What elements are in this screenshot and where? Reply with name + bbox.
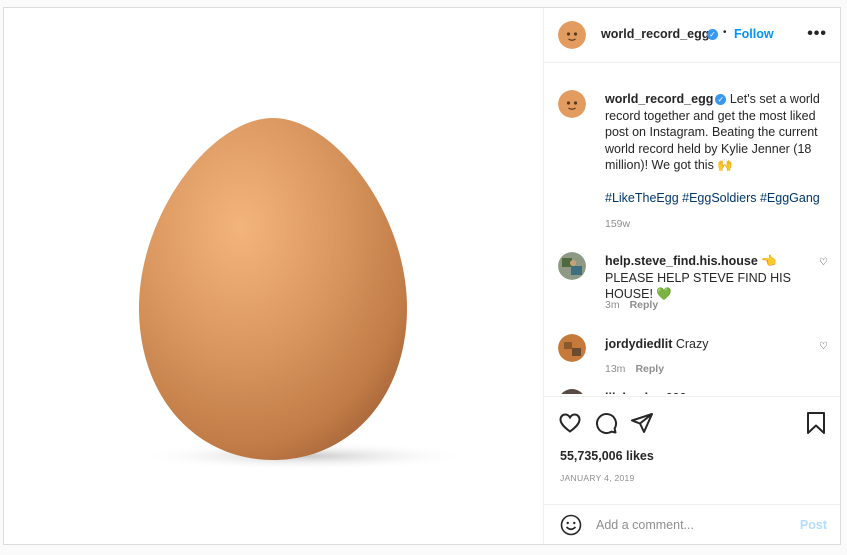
comment-item: jordydiedlit Crazy ♡ 13m Reply <box>558 332 828 382</box>
comment-username[interactable]: jordydiedlit <box>605 337 672 351</box>
verified-badge-icon: ✓ <box>707 29 718 40</box>
comment-text: lil_bucks_666 ❤ <box>605 390 825 394</box>
header-username[interactable]: world_record_egg <box>601 27 709 41</box>
emoji-icon[interactable] <box>560 514 582 536</box>
reply-button[interactable]: Reply <box>635 363 664 375</box>
avatar[interactable] <box>558 21 586 49</box>
avatar[interactable] <box>558 334 586 362</box>
avatar[interactable] <box>558 90 586 118</box>
likes-count[interactable]: 55,735,006 likes <box>560 449 654 463</box>
caption: world_record_egg ✓ Let's set a world reco… <box>558 90 828 240</box>
avatar[interactable] <box>558 389 586 394</box>
post-date: JANUARY 4, 2019 <box>560 473 635 483</box>
comment-icon[interactable] <box>594 411 618 435</box>
comment-input[interactable]: Add a comment... <box>596 518 694 532</box>
more-options-icon[interactable]: ••• <box>807 25 827 43</box>
dot-separator: • <box>723 27 727 38</box>
like-icon[interactable] <box>558 411 582 435</box>
reply-button[interactable]: Reply <box>630 299 659 311</box>
comment-text: help.steve_find.his.house 👈PLEASE HELP S… <box>605 253 825 303</box>
comment-username[interactable]: lil_bucks_666 <box>605 391 686 394</box>
comment-time: 3m <box>605 299 620 311</box>
comment-item: help.steve_find.his.house 👈PLEASE HELP S… <box>558 250 828 320</box>
post-sidebar: world_record_egg ✓ • Follow ••• world_re… <box>543 8 840 544</box>
verified-badge-icon: ✓ <box>715 94 727 106</box>
post-comment-button[interactable]: Post <box>800 518 827 532</box>
post-actions: 55,735,006 likes JANUARY 4, 2019 <box>544 396 840 504</box>
comment-meta: 3m Reply <box>605 299 658 311</box>
comment-item: lil_bucks_666 ❤ <box>558 389 828 394</box>
comments-list[interactable]: world_record_egg ✓ Let's set a world reco… <box>544 64 840 394</box>
share-icon[interactable] <box>630 411 654 435</box>
save-icon[interactable] <box>805 411 827 435</box>
post-image[interactable] <box>4 8 542 544</box>
comment-username[interactable]: help.steve_find.his.house <box>605 254 758 268</box>
comment-text: jordydiedlit Crazy <box>605 336 825 353</box>
follow-button[interactable]: Follow <box>734 27 774 41</box>
caption-username[interactable]: world_record_egg <box>605 92 713 106</box>
comment-body: ❤ <box>690 391 700 394</box>
comment-time: 13m <box>605 363 626 375</box>
caption-time: 159w <box>605 218 631 230</box>
comment-meta: 13m Reply <box>605 363 664 375</box>
like-comment-icon[interactable]: ♡ <box>819 341 828 352</box>
avatar[interactable] <box>558 252 586 280</box>
caption-hashtags[interactable]: #LikeTheEgg #EggSoldiers #EggGang <box>605 191 820 205</box>
post-header: world_record_egg ✓ • Follow ••• <box>544 8 840 63</box>
caption-text: world_record_egg ✓ Let's set a world reco… <box>605 91 825 206</box>
comment-body: Crazy <box>675 337 709 351</box>
post-card: world_record_egg ✓ • Follow ••• world_re… <box>3 7 841 545</box>
add-comment-bar: Add a comment... Post <box>544 504 840 544</box>
like-comment-icon[interactable]: ♡ <box>819 257 828 268</box>
egg-image <box>134 118 474 470</box>
